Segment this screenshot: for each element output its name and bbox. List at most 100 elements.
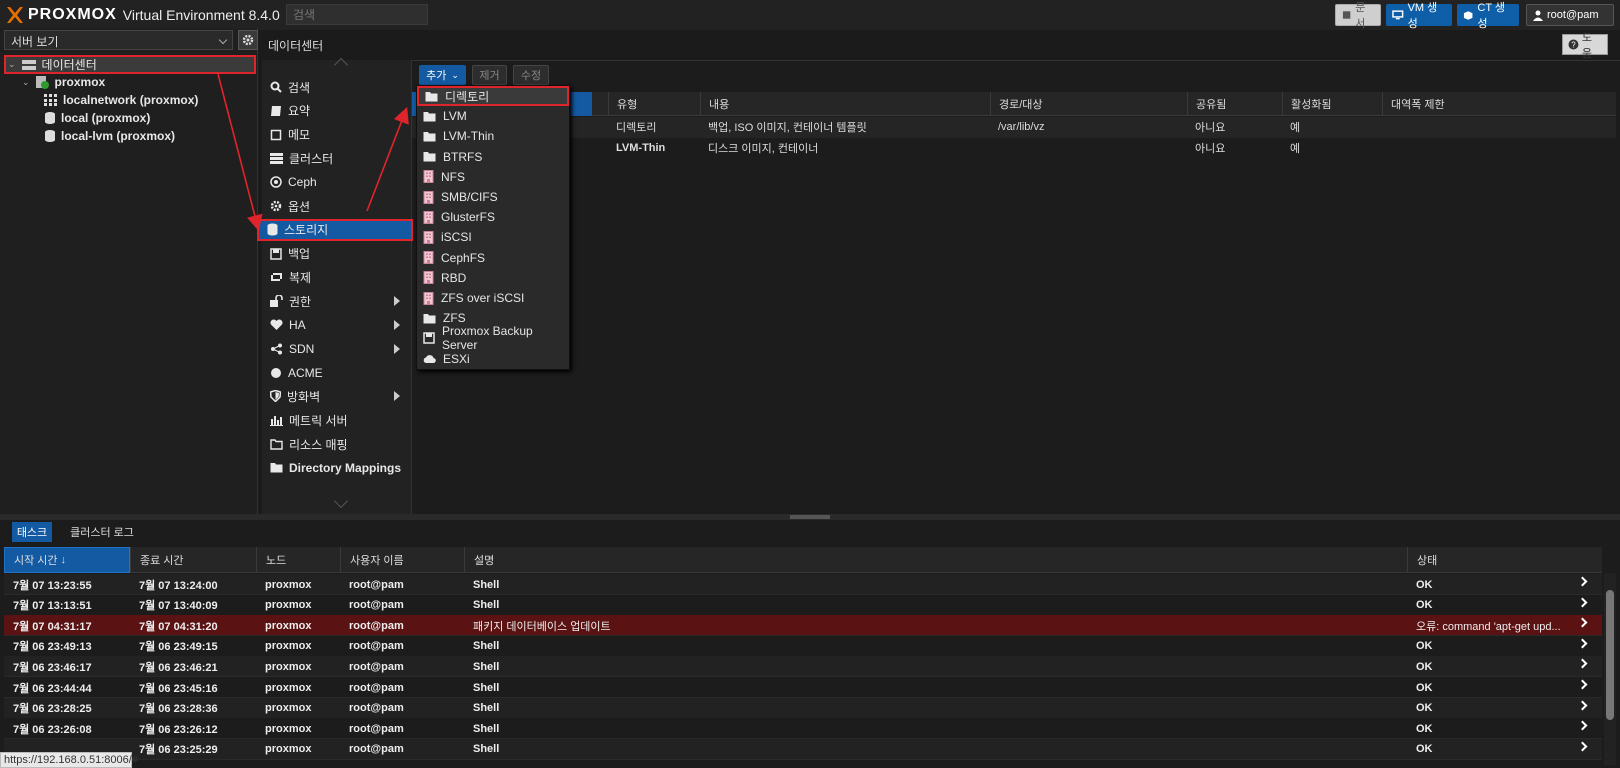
column-header-type[interactable]: 유형 [608, 92, 700, 116]
create-ct-button[interactable]: CT 생성 [1457, 2, 1519, 30]
storage-row[interactable]: LVM-Thin 디스크 이미지, 컨테이너 아니요 예 [412, 138, 1616, 159]
task-row[interactable]: 7월 06 23:49:13 7월 06 23:49:15 proxmox root@… [4, 635, 1602, 657]
cell-desc: Shell [473, 722, 500, 735]
menu-item-7[interactable]: 스토리지 [257, 218, 413, 241]
tree-item-local[interactable]: local (proxmox) [44, 109, 150, 127]
menu-item-13[interactable]: ACME [262, 362, 412, 384]
add-menu-item-1[interactable]: 디렉토리 [417, 86, 569, 106]
menu-item-10[interactable]: 권한 [262, 290, 412, 312]
task-row[interactable]: 7월 06 23:46:17 7월 06 23:46:21 proxmox root@… [4, 656, 1602, 678]
menu-item-11[interactable]: HA [262, 314, 412, 336]
task-row[interactable]: 7월 06 23:44:44 7월 06 23:45:16 proxmox root@… [4, 677, 1602, 698]
docs-button[interactable]: 문서 [1335, 2, 1381, 30]
add-menu-item-3[interactable]: LVM-Thin [417, 126, 569, 146]
task-row[interactable]: 7월 07 04:31:17 7월 07 04:31:20 proxmox root@… [4, 615, 1602, 637]
menu-item-6[interactable]: 옵션 [262, 195, 412, 217]
cell-desc: Shell [473, 681, 500, 694]
column-header-status[interactable]: 상태 [1407, 547, 1575, 573]
menu-item-14[interactable]: 방화벽 [262, 385, 412, 407]
column-header-node[interactable]: 노드 [256, 547, 340, 573]
add-menu-item-7[interactable]: GlusterFS [417, 207, 569, 227]
add-menu-item-2[interactable]: LVM [417, 106, 569, 126]
cell-user: root@pam [349, 743, 404, 756]
chevron-right-icon[interactable] [1577, 700, 1588, 711]
shield-icon [270, 390, 281, 403]
menu-item-4[interactable]: 클러스터 [262, 147, 412, 169]
cell-node: proxmox [265, 619, 312, 632]
menu-item-5[interactable]: Ceph [262, 171, 412, 193]
chevron-right-icon[interactable] [1577, 638, 1588, 649]
folder-icon [423, 151, 436, 162]
add-menu-item-9[interactable]: CephFS [417, 248, 569, 268]
column-header-user[interactable]: 사용자 이름 [340, 547, 464, 573]
chevron-right-icon[interactable] [1577, 741, 1588, 752]
column-header-end-time[interactable]: 종료 시간 [130, 547, 256, 573]
tree-item-local-lvm[interactable]: local-lvm (proxmox) [44, 127, 175, 145]
cell-status: OK [1416, 702, 1433, 715]
column-header-description[interactable]: 설명 [464, 547, 1407, 573]
chevron-right-icon[interactable] [1577, 658, 1588, 669]
splitter-handle[interactable] [790, 515, 830, 519]
search-icon [270, 81, 282, 93]
menu-item-16[interactable]: 리소스 매핑 [262, 433, 412, 455]
task-row[interactable]: 7월 06 23:26:08 7월 06 23:26:12 proxmox root@… [4, 718, 1602, 740]
add-menu-item-11[interactable]: ZFS over iSCSI [417, 288, 569, 308]
view-select[interactable]: 서버 보기 [4, 30, 233, 50]
proxmox-logo[interactable]: PROXMOX Virtual Environment 8.4.0 [6, 6, 280, 24]
add-menu-item-14[interactable]: ESXi [417, 349, 569, 369]
menu-item-2[interactable]: 요약 [262, 100, 412, 122]
help-button[interactable]: ? 도움 [1562, 32, 1608, 60]
menu-item-9[interactable]: 복제 [262, 266, 412, 288]
tree-item-localnetwork[interactable]: localnetwork (proxmox) [44, 91, 198, 109]
add-button[interactable]: 추가 ⌄ [419, 65, 466, 85]
add-menu-item-6[interactable]: SMB/CIFS [417, 187, 569, 207]
tab-cluster-log[interactable]: 클러스터 로그 [62, 522, 142, 542]
chevron-down-icon [218, 35, 228, 45]
add-menu-item-10[interactable]: RBD [417, 268, 569, 288]
task-row[interactable]: 7월 06 23:28:25 7월 06 23:28:36 proxmox root@… [4, 697, 1602, 719]
menu-item-12[interactable]: SDN [262, 338, 412, 360]
column-header-bandwidth[interactable]: 대역폭 제한 [1382, 92, 1616, 116]
building-icon [423, 291, 434, 305]
column-header-shared[interactable]: 공유됨 [1187, 92, 1282, 116]
tab-tasks[interactable]: 태스크 [12, 522, 52, 542]
cell-node: proxmox [265, 599, 312, 612]
chevron-right-icon[interactable] [1577, 679, 1588, 690]
menu-item-label: 메모 [288, 128, 311, 143]
chevron-right-icon[interactable] [1577, 617, 1588, 628]
tree-item-node[interactable]: ⌄ proxmox [22, 73, 105, 91]
task-row[interactable]: 7월 06 23:25:29 proxmox root@pam Shell OK [4, 738, 1602, 760]
remove-button[interactable]: 제거 [472, 65, 507, 85]
create-vm-button[interactable]: VM 생성 [1386, 2, 1452, 30]
view-settings-button[interactable] [238, 30, 258, 50]
storage-row[interactable]: 디렉토리 백업, ISO 이미지, 컨테이너 템플릿 /var/lib/vz 아… [412, 117, 1616, 138]
add-menu-item-8[interactable]: iSCSI [417, 227, 569, 247]
column-header-content[interactable]: 내용 [700, 92, 990, 116]
chevron-right-icon[interactable] [1577, 720, 1588, 731]
ceph-icon [270, 176, 282, 188]
column-header-path[interactable]: 경로/대상 [990, 92, 1187, 116]
user-menu-button[interactable]: root@pam [1526, 4, 1614, 26]
chevron-right-icon[interactable] [1577, 576, 1588, 587]
menu-item-1[interactable]: 검색 [262, 76, 412, 98]
chevron-right-icon[interactable] [1577, 597, 1588, 608]
add-menu-item-4[interactable]: BTRFS [417, 147, 569, 167]
scrollbar-thumb[interactable] [1606, 590, 1614, 720]
page-title: 데이터센터 [268, 39, 324, 53]
menu-item-label: Directory Mappings [289, 460, 402, 475]
task-row[interactable]: 7월 07 13:23:55 7월 07 13:24:00 proxmox root@… [4, 574, 1602, 595]
search-input[interactable] [286, 4, 428, 25]
tree-item-datacenter[interactable]: ⌄ 데이터센터 [4, 55, 256, 74]
menu-item-8[interactable]: 백업 [262, 243, 412, 265]
cell-start: 7월 06 23:46:17 [13, 661, 92, 674]
column-header-start-time[interactable]: 시작 시간 ↓ [4, 547, 130, 573]
edit-button[interactable]: 수정 [513, 65, 549, 85]
menu-item-label: SDN [289, 341, 315, 356]
column-header-enabled[interactable]: 활성화됨 [1282, 92, 1382, 116]
task-row[interactable]: 7월 07 13:13:51 7월 07 13:40:09 proxmox root@… [4, 594, 1602, 616]
add-menu-item-13[interactable]: Proxmox Backup Server [417, 324, 569, 352]
menu-item-15[interactable]: 메트릭 서버 [262, 409, 412, 431]
menu-item-17[interactable]: Directory Mappings [262, 457, 412, 479]
add-menu-item-5[interactable]: NFS [417, 167, 569, 187]
menu-item-3[interactable]: 메모 [262, 124, 412, 146]
